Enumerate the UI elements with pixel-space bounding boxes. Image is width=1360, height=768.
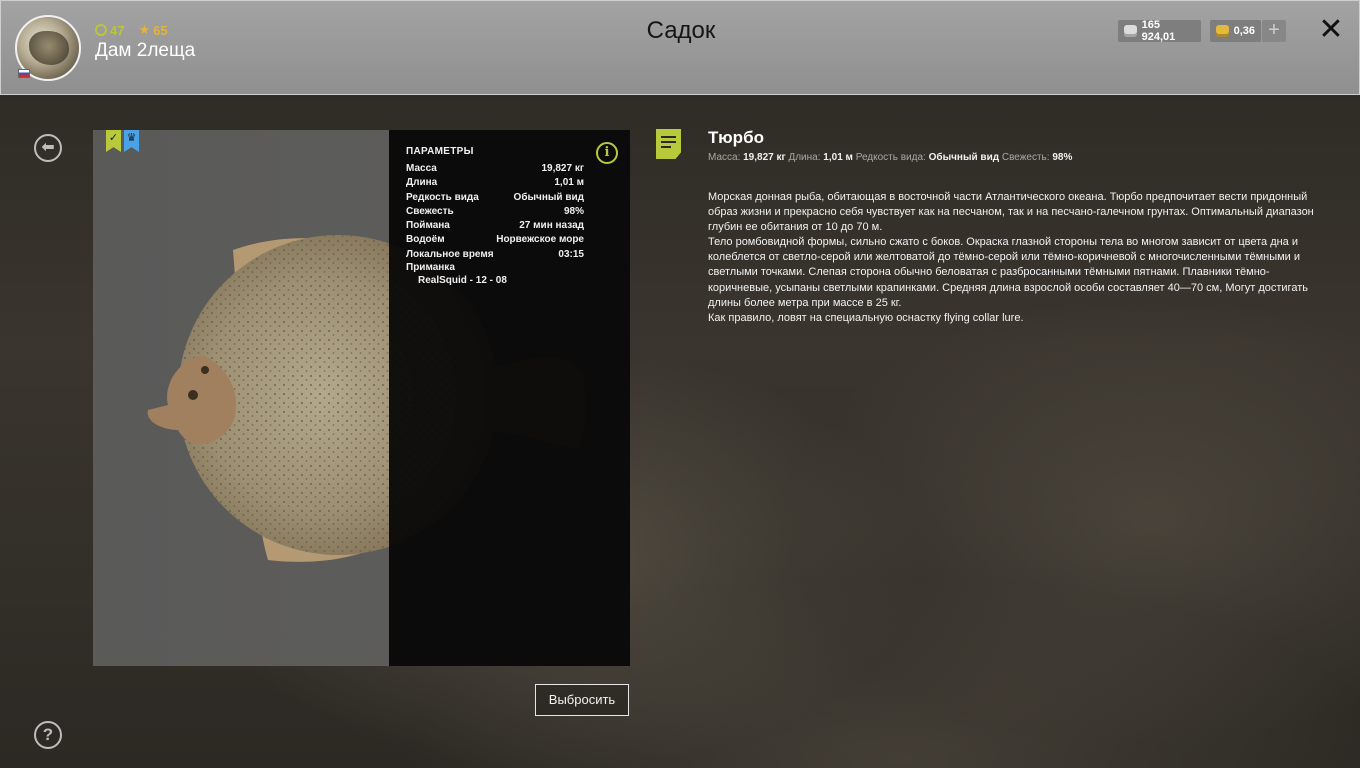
bait-value: RealSquid - 12 - 08	[418, 275, 507, 287]
page-title: Садок	[646, 17, 716, 44]
bait-label: Приманка	[406, 262, 455, 274]
fish-card: ✓ ♛ ПАРАМЕТРЫ Масса 19,827 кг Длина 1,01…	[93, 130, 630, 666]
close-button[interactable]: ✕	[1316, 15, 1346, 45]
parameters-title: ПАРАМЕТРЫ	[406, 146, 474, 157]
parameters-list: ПАРАМЕТРЫ Масса 19,827 кг Длина 1,01 м Р…	[406, 146, 584, 287]
param-value: 98%	[563, 205, 584, 217]
param-value: Обычный вид	[513, 191, 584, 203]
freshness-label: Свежесть:	[1001, 152, 1050, 163]
silver-balance: 165 924,01	[1118, 19, 1201, 43]
back-button[interactable]: ⬅	[34, 134, 62, 162]
gold-coin-icon	[1216, 25, 1229, 37]
fish-description: Морская донная рыба, обитающая в восточн…	[708, 190, 1326, 326]
rarity-value: Обычный вид	[928, 152, 1000, 163]
discard-button[interactable]: Выбросить	[535, 684, 629, 716]
info-icon[interactable]: i	[596, 142, 618, 164]
param-label: Длина	[406, 177, 438, 189]
fish-summary: Масса: 19,827 кг Длина: 1,01 м Редкость …	[708, 152, 1072, 163]
param-row: Поймана 27 мин назад	[406, 219, 584, 233]
rank-star-icon: ★	[138, 22, 151, 37]
avatar-emblem	[29, 31, 69, 65]
russia-flag-icon	[18, 69, 30, 78]
param-value: Норвежское море	[496, 234, 584, 246]
mass-label: Масса:	[708, 152, 741, 163]
help-button[interactable]: ?	[34, 721, 62, 749]
param-row: Редкость вида Обычный вид	[406, 191, 584, 205]
top-bar: 47 ★ 65 Дам 2леща Садок 165 924,01 0,36 …	[0, 0, 1360, 95]
param-row: Локальное время 03:15	[406, 248, 584, 262]
add-currency-button[interactable]: +	[1262, 20, 1286, 42]
crown-ribbon-icon: ♛	[124, 130, 139, 152]
param-value: 03:15	[558, 248, 584, 260]
fish-badges: ✓ ♛	[106, 130, 142, 152]
param-value: 27 мин назад	[519, 220, 584, 232]
gold-balance: 0,36	[1210, 20, 1261, 42]
param-label: Водоём	[406, 234, 445, 246]
param-row: Длина 1,01 м	[406, 176, 584, 190]
param-label: Поймана	[406, 220, 450, 232]
description-paragraph: Морская донная рыба, обитающая в восточн…	[708, 191, 1314, 234]
level-circle-icon	[95, 24, 107, 36]
param-value: 19,827 кг	[541, 163, 584, 174]
param-value: 1,01 м	[554, 177, 584, 189]
param-row: Масса 19,827 кг	[406, 162, 584, 176]
player-rank: 65	[153, 22, 168, 38]
param-label: Локальное время	[406, 248, 494, 260]
param-label: Масса	[406, 163, 437, 174]
silver-amount: 165 924,01	[1141, 19, 1176, 43]
fish-name: Тюрбо	[708, 128, 764, 147]
description-paragraph: Как правило, ловят на специальную оснаст…	[708, 311, 1024, 324]
mass-value: 19,827 кг	[743, 152, 786, 163]
player-name: Дам 2леща	[95, 40, 196, 61]
length-label: Длина:	[788, 152, 821, 163]
param-row: Свежесть 98%	[406, 205, 584, 219]
description-paragraph: Тело ромбовидной формы, сильно сжато с б…	[708, 236, 1308, 309]
silver-coin-icon	[1124, 25, 1137, 37]
param-row: Водоём Норвежское море	[406, 233, 584, 247]
rarity-label: Редкость вида:	[855, 152, 926, 163]
document-icon	[656, 129, 681, 159]
gold-amount: 0,36	[1233, 25, 1255, 37]
param-label: Свежесть	[406, 205, 454, 217]
checkmark-ribbon-icon: ✓	[106, 130, 121, 152]
player-level: 47	[110, 22, 125, 38]
length-value: 1,01 м	[823, 152, 853, 163]
player-stats: 47 ★ 65	[95, 22, 168, 38]
freshness-value: 98%	[1052, 152, 1073, 163]
param-label: Редкость вида	[406, 191, 479, 203]
